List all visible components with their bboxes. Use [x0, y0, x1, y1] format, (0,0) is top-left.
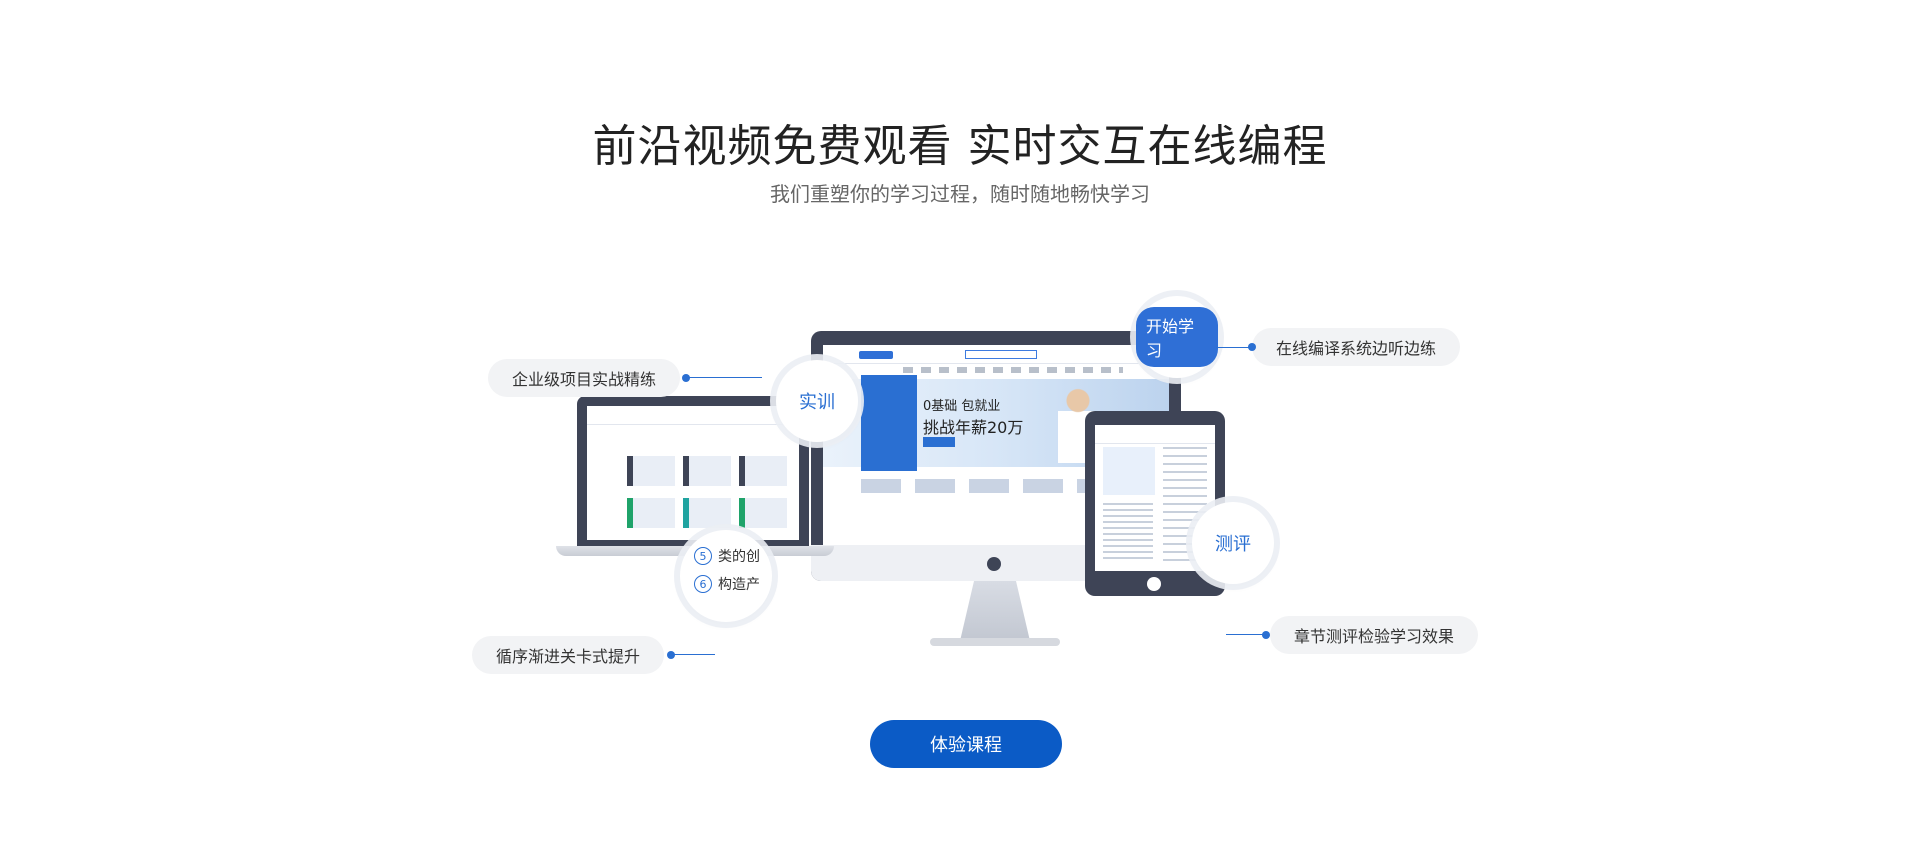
- start-learning-label: 开始学习: [1136, 307, 1218, 367]
- devices-illustration: 0基础 包就业 挑战年薪20万 实训 开始学习 测评 5 类的创 6 构造产 企…: [460, 280, 1480, 680]
- page-title: 前沿视频免费观看 实时交互在线编程: [592, 121, 1328, 172]
- training-bubble: 实训: [776, 360, 858, 442]
- connector-line: [1226, 634, 1264, 635]
- screen-nav: [903, 367, 1123, 373]
- course-thumb: [627, 456, 675, 486]
- chapter-number: 5: [694, 547, 712, 565]
- banner-button: [923, 437, 955, 447]
- callout-progress-text: 循序渐进关卡式提升: [496, 647, 641, 666]
- try-course-button[interactable]: 体验课程: [870, 720, 1062, 768]
- callout-compile-text: 在线编译系统边听边练: [1276, 339, 1437, 358]
- connector-dot: [667, 651, 675, 659]
- course-thumb: [739, 456, 787, 486]
- banner-line-1: 0基础 包就业: [923, 399, 1001, 414]
- callout-practice: 企业级项目实战精练: [488, 359, 681, 397]
- chapter-item: 5 类的创: [694, 546, 760, 566]
- screen-search-box: [965, 350, 1037, 359]
- course-thumb: [627, 498, 675, 528]
- laptop-screen-header: [587, 406, 799, 425]
- monitor-stand: [960, 581, 1030, 641]
- chapter-number: 6: [694, 575, 712, 593]
- callout-test: 章节测评检验学习效果: [1270, 616, 1479, 654]
- connector-line: [1216, 347, 1252, 348]
- callout-progress: 循序渐进关卡式提升: [472, 636, 665, 674]
- banner-text: 0基础 包就业 挑战年薪20万: [923, 395, 1023, 438]
- monitor-power-dot: [987, 557, 1001, 571]
- connector-line: [671, 654, 715, 655]
- course-thumb: [739, 498, 787, 528]
- screen-sidebar: [861, 375, 917, 471]
- chapter-label: 构造产: [718, 577, 760, 593]
- callout-practice-text: 企业级项目实战精练: [512, 370, 657, 389]
- course-thumb: [683, 498, 731, 528]
- chapter-item: 6 构造产: [694, 574, 760, 594]
- training-label: 实训: [799, 392, 835, 413]
- connector-line: [686, 377, 762, 378]
- tablet-text-lines: [1103, 503, 1153, 563]
- laptop-screen: [587, 406, 799, 540]
- banner-line-2: 挑战年薪20万: [923, 418, 1024, 437]
- callout-test-text: 章节测评检验学习效果: [1294, 627, 1455, 646]
- page-subtitle: 我们重塑你的学习过程，随时随地畅快学习: [770, 182, 1150, 206]
- evaluation-label: 测评: [1215, 534, 1251, 555]
- chapter-label: 类的创: [718, 549, 760, 565]
- course-thumb: [683, 456, 731, 486]
- laptop: [577, 396, 809, 546]
- start-learning-bubble: 开始学习: [1136, 296, 1218, 378]
- chapter-list-bubble: 5 类的创 6 构造产: [680, 530, 772, 622]
- connector-dot: [1262, 631, 1270, 639]
- callout-compile: 在线编译系统边听边练: [1252, 328, 1461, 366]
- monitor-stand-base: [930, 638, 1060, 646]
- evaluation-bubble: 测评: [1192, 502, 1274, 584]
- tablet-home-button: [1147, 577, 1161, 591]
- tablet-screen-header: [1095, 425, 1215, 444]
- connector-dot: [682, 374, 690, 382]
- tablet-diagram: [1103, 447, 1155, 495]
- site-logo: [859, 351, 893, 359]
